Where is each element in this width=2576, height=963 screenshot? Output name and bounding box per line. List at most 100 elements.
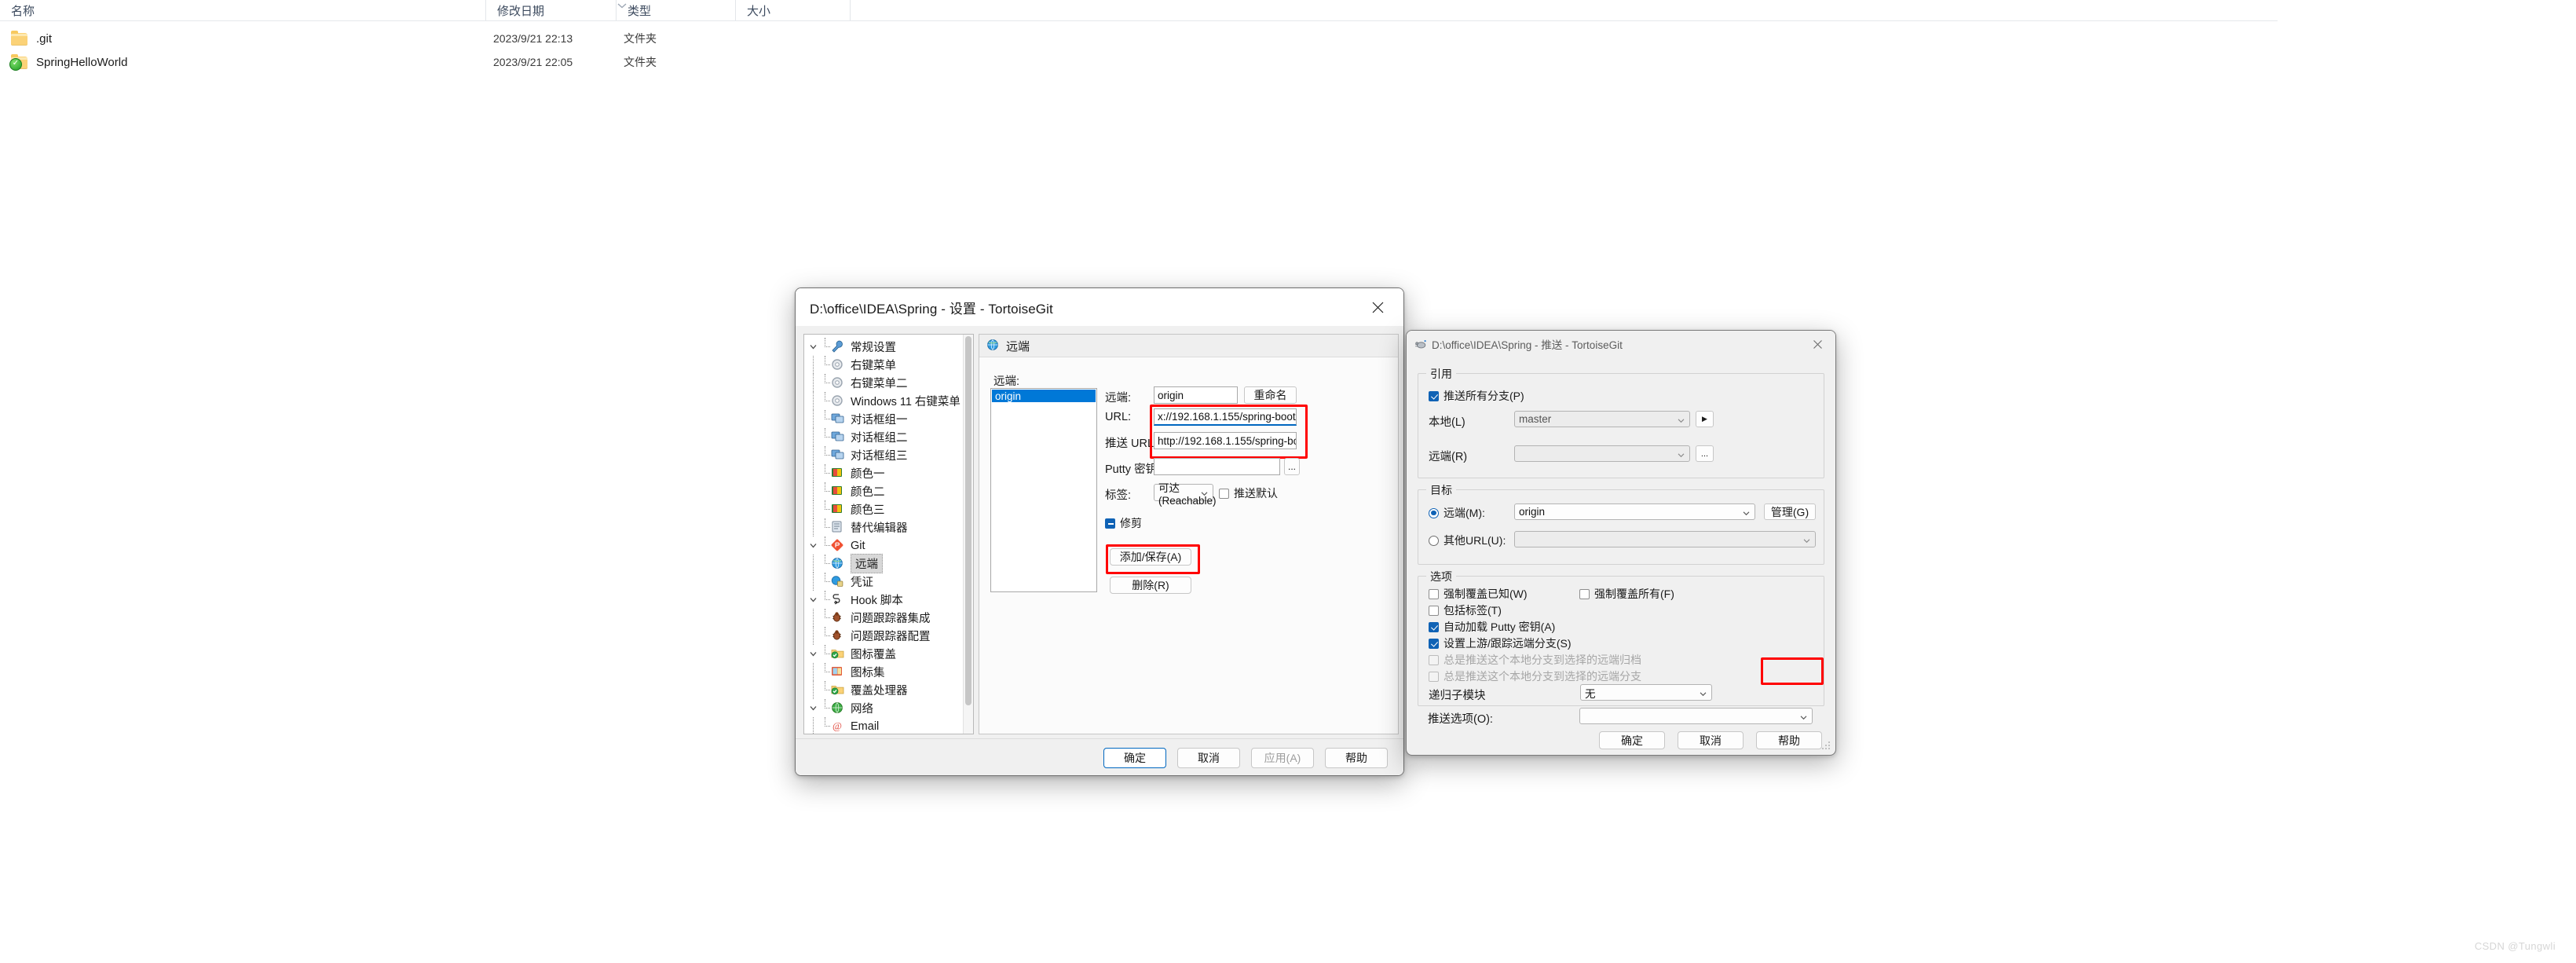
settings-titlebar[interactable]: D:\office\IDEA\Spring - 设置 - TortoiseGit	[796, 288, 1403, 326]
chevron-down-icon[interactable]	[807, 699, 819, 717]
tree-item-overlay-handlers[interactable]: 覆盖处理器	[807, 681, 908, 699]
column-header-name[interactable]: 名称	[0, 0, 485, 20]
local-branch-browse-button[interactable]: ▶	[1696, 411, 1714, 427]
destination-other-url-radio-row[interactable]: 其他URL(U):	[1429, 533, 1506, 548]
remote-branch-combobox[interactable]	[1514, 445, 1690, 462]
push-default-checkbox[interactable]	[1219, 488, 1229, 499]
delete-button[interactable]: 删除(R)	[1110, 577, 1191, 594]
tree-item-git[interactable]: Git	[807, 536, 865, 555]
folder-ok-icon	[831, 683, 847, 698]
settings-tree[interactable]: 常规设置 右键菜单 右键菜单二 Windows 11 右键菜单 对话框组一 对话…	[803, 334, 974, 734]
destination-remote-radio[interactable]	[1429, 507, 1439, 518]
push-all-branches-checkbox[interactable]	[1429, 390, 1439, 401]
destination-remote-combobox[interactable]: origin	[1514, 503, 1755, 520]
push-cancel-button[interactable]: 取消	[1678, 731, 1744, 749]
push-default-row[interactable]: 推送默认	[1219, 485, 1278, 501]
tree-item-context-menu-2[interactable]: 右键菜单二	[807, 374, 908, 392]
remote-name-input[interactable]: origin	[1154, 386, 1238, 404]
force-overwrite-known-checkbox[interactable]	[1429, 588, 1439, 599]
cancel-button[interactable]: 取消	[1177, 748, 1240, 768]
tree-scrollbar-thumb[interactable]	[965, 336, 971, 705]
column-header-date[interactable]: 修改日期	[485, 0, 616, 20]
remote-list-item-origin[interactable]: origin	[992, 390, 1096, 402]
putty-key-browse-button[interactable]: ...	[1284, 458, 1300, 475]
settings-content-panel: 远端 远端: origin 远端: origin 重命名 URL: x://19…	[979, 334, 1399, 734]
include-tags-label: 包括标签(T)	[1444, 604, 1502, 617]
tortoisegit-push-window[interactable]: D:\office\IDEA\Spring - 推送 - TortoiseGit…	[1406, 330, 1836, 756]
globe-green-icon	[831, 701, 847, 716]
help-button[interactable]: 帮助	[1325, 748, 1388, 768]
destination-other-url-combobox[interactable]	[1514, 531, 1816, 547]
chevron-down-icon[interactable]	[807, 591, 819, 609]
tag-combobox[interactable]: 可达 (Reachable)	[1154, 482, 1217, 507]
chevron-down-icon[interactable]	[807, 645, 819, 663]
tree-item-colors-2[interactable]: 颜色二	[807, 482, 885, 500]
gear-icon	[831, 358, 847, 372]
tortoisegit-settings-window[interactable]: D:\office\IDEA\Spring - 设置 - TortoiseGit…	[795, 287, 1404, 776]
chevron-down-icon[interactable]	[807, 536, 819, 555]
tree-item-issue-tracker-config[interactable]: 问题跟踪器配置	[807, 627, 931, 645]
option-autoload-putty-key[interactable]: 自动加载 Putty 密钥(A)	[1429, 619, 1555, 635]
putty-key-input[interactable]	[1154, 458, 1280, 475]
tree-item-label: Windows 11 右键菜单	[851, 396, 961, 408]
push-options-combobox[interactable]	[1579, 708, 1813, 724]
option-include-tags[interactable]: 包括标签(T)	[1429, 602, 1502, 618]
close-icon[interactable]	[1352, 288, 1403, 326]
tree-item-dialog-group-2[interactable]: 对话框组二	[807, 428, 908, 446]
tree-item-remote[interactable]: 远端	[807, 554, 883, 573]
tree-item-general[interactable]: 常规设置	[807, 338, 896, 356]
force-overwrite-all-checkbox[interactable]	[1579, 588, 1590, 599]
push-help-button[interactable]: 帮助	[1756, 731, 1822, 749]
tree-item-colors-1[interactable]: 颜色一	[807, 464, 885, 482]
option-set-upstream[interactable]: 设置上游/跟踪远端分支(S)	[1429, 635, 1572, 651]
tree-item-hook-scripts[interactable]: Hook 脚本	[807, 591, 903, 609]
file-type-cell: 文件夹	[624, 27, 657, 50]
tree-item-dialog-group-3[interactable]: 对话框组三	[807, 446, 908, 464]
push-url-row: 推送 URL:	[1105, 434, 1157, 451]
tree-item-email[interactable]: @ Email	[807, 717, 879, 734]
ok-button[interactable]: 确定	[1103, 748, 1166, 768]
tree-item-windows11-context-menu[interactable]: Windows 11 右键菜单	[807, 392, 961, 410]
remote-branch-browse-button[interactable]: ...	[1696, 445, 1714, 462]
list-item[interactable]: .git	[0, 27, 850, 50]
tree-item-icon-set[interactable]: 图标集	[807, 663, 885, 681]
url-input[interactable]: x://192.168.1.155/spring-boot/SpringHell…	[1154, 408, 1297, 426]
list-item[interactable]: ✓ SpringHelloWorld	[0, 50, 850, 74]
tree-item-credential[interactable]: 凭证	[807, 573, 873, 591]
tree-item-alternative-editor[interactable]: 替代编辑器	[807, 518, 908, 536]
tree-item-issue-tracker-integration[interactable]: 问题跟踪器集成	[807, 609, 931, 627]
push-url-input[interactable]: http://192.168.1.155/spring-boot/SpringH…	[1154, 432, 1297, 449]
tree-connector	[819, 627, 831, 645]
add-save-button[interactable]: 添加/保存(A)	[1110, 548, 1191, 566]
column-header-type[interactable]: 类型	[616, 0, 735, 20]
tree-item-colors-3[interactable]: 颜色三	[807, 500, 885, 518]
destination-other-url-radio[interactable]	[1429, 535, 1439, 546]
recursive-submodule-combobox[interactable]: 无	[1580, 684, 1712, 701]
tree-item-dialog-group-1[interactable]: 对话框组一	[807, 410, 908, 428]
column-header-size[interactable]: 大小	[735, 0, 850, 20]
autoload-putty-key-checkbox[interactable]	[1429, 621, 1439, 632]
set-upstream-checkbox[interactable]	[1429, 638, 1439, 649]
tree-scrollbar[interactable]	[963, 335, 973, 734]
tree-item-context-menu[interactable]: 右键菜单	[807, 356, 896, 374]
option-force-overwrite-known[interactable]: 强制覆盖已知(W)	[1429, 586, 1528, 602]
tree-item-network[interactable]: 网络	[807, 699, 873, 717]
chevron-down-icon[interactable]	[807, 338, 819, 356]
prune-checkbox[interactable]	[1105, 518, 1115, 529]
local-branch-combobox[interactable]: master	[1514, 411, 1690, 427]
prune-row[interactable]: 修剪	[1105, 515, 1142, 531]
destination-remote-radio-row[interactable]: 远端(M):	[1429, 505, 1485, 521]
tree-item-label: 对话框组二	[851, 432, 908, 445]
include-tags-checkbox[interactable]	[1429, 605, 1439, 616]
close-icon[interactable]	[1799, 331, 1835, 357]
rename-button[interactable]: 重命名	[1244, 386, 1297, 404]
remote-list[interactable]: origin	[990, 388, 1097, 592]
push-ok-button[interactable]: 确定	[1599, 731, 1665, 749]
manage-remotes-button[interactable]: 管理(G)	[1764, 503, 1816, 520]
push-titlebar[interactable]: D:\office\IDEA\Spring - 推送 - TortoiseGit	[1407, 331, 1835, 357]
always-push-remote-archive-label: 总是推送这个本地分支到选择的远端归档	[1444, 654, 1641, 666]
resize-grip-icon[interactable]	[1822, 741, 1831, 751]
tree-item-icon-overlays[interactable]: 图标覆盖	[807, 645, 896, 663]
push-all-branches-row[interactable]: 推送所有分支(P)	[1429, 388, 1524, 404]
option-force-overwrite-all[interactable]: 强制覆盖所有(F)	[1579, 586, 1674, 602]
